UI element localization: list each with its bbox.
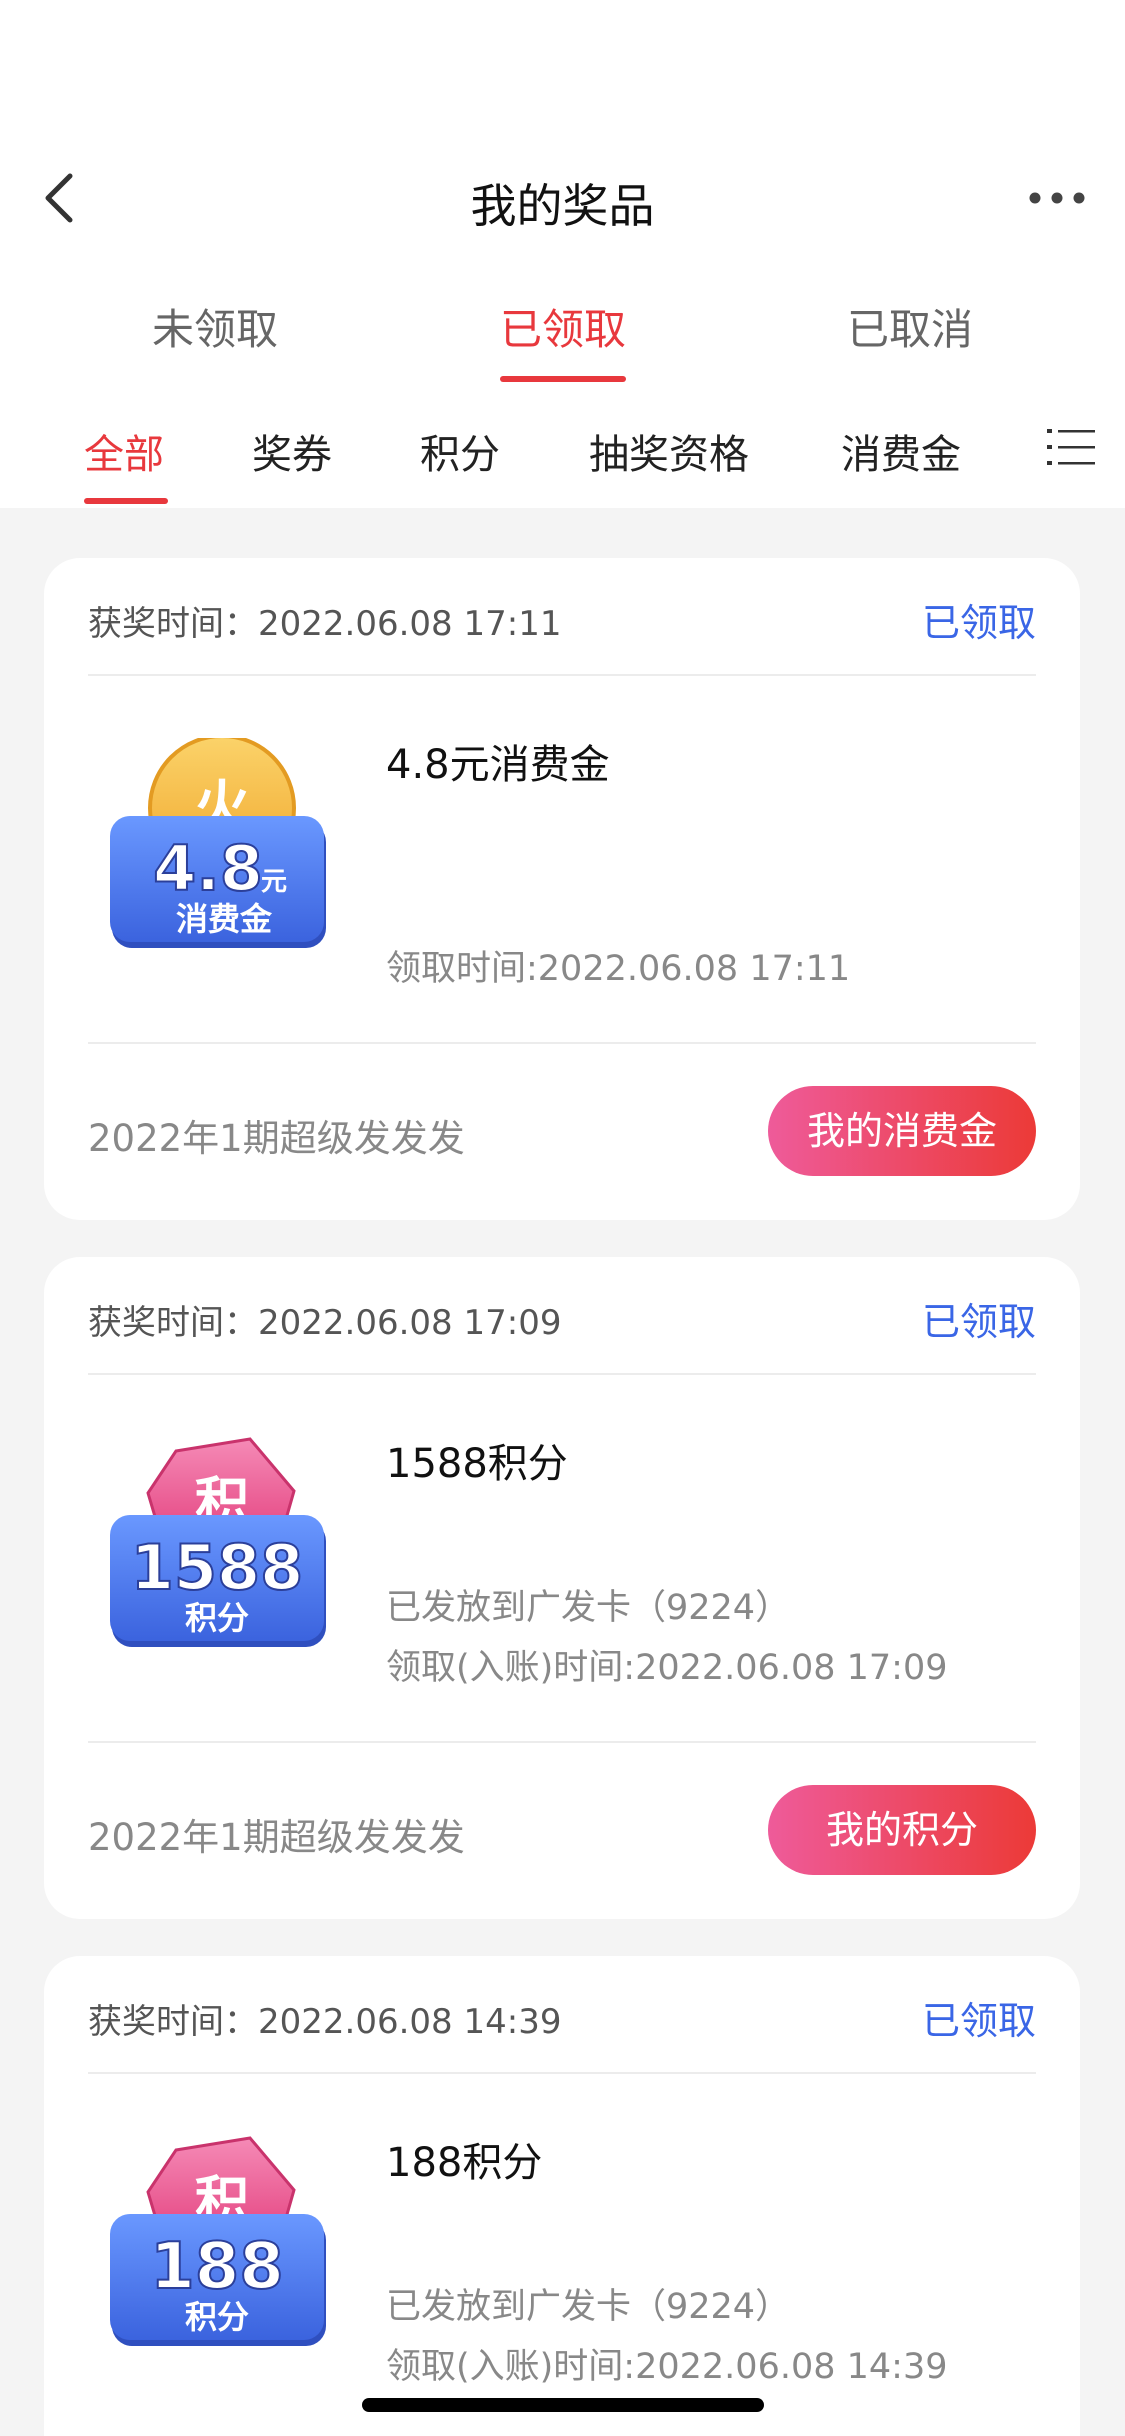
divider [88,1373,1036,1375]
subtab-all[interactable]: 全部 [84,422,164,480]
issued-to-card: 已发放到广发卡（9224） [386,1588,791,1628]
svg-text:元: 元 [261,867,287,897]
prize-card: 获奖时间：2022.06.08 17:09 已领取 积 1588 积分 1588… [44,1257,1080,1919]
subtab-lottery-qualification[interactable]: 抽奖资格 [589,422,749,480]
home-indicator [362,2398,764,2412]
navigation-bar: 我的奖品 [0,132,1125,264]
prize-card: 获奖时间：2022.06.08 17:11 已领取 火 4.8 元 消费金 4.… [44,558,1080,1220]
prize-name: 188积分 [386,2140,543,2186]
divider [88,1042,1036,1044]
svg-text:4.8: 4.8 [153,832,263,905]
points-badge-icon: 积 1588 积分 [110,1437,326,1647]
points-badge-icon: 积 188 积分 [110,2136,326,2346]
page-title: 我的奖品 [470,179,655,233]
tab-unclaimed[interactable]: 未领取 [152,296,278,357]
divider [88,674,1036,676]
win-time: 获奖时间：2022.06.08 17:09 [88,1303,562,1343]
subtab-spending-credit[interactable]: 消费金 [841,422,961,480]
my-points-button[interactable]: 我的积分 [768,1785,1036,1875]
svg-text:消费金: 消费金 [176,900,273,938]
svg-text:1588: 1588 [131,1531,304,1604]
status-label: 已领取 [921,1300,1036,1344]
spending-credit-coin-icon: 火 4.8 元 消费金 [110,738,326,948]
card-header: 获奖时间：2022.06.08 17:09 已领取 [88,1287,1036,1347]
status-tabs: 未领取 已领取 已取消 [0,264,1125,386]
status-bar [0,0,1125,132]
svg-text:积分: 积分 [185,1599,249,1637]
tab-cancelled[interactable]: 已取消 [847,296,973,357]
status-label: 已领取 [921,1999,1036,2043]
claim-time: 领取时间:2022.06.08 17:11 [386,949,851,989]
svg-text:188: 188 [150,2230,284,2304]
tab-active-indicator [500,376,626,382]
activity-name: 2022年1期超级发发发 [88,1117,465,1160]
card-header: 获奖时间：2022.06.08 14:39 已领取 [88,1986,1036,2046]
activity-name: 2022年1期超级发发发 [88,1816,465,1859]
my-spending-credit-button[interactable]: 我的消费金 [768,1086,1036,1176]
prize-name: 1588积分 [386,1441,568,1487]
claim-time: 领取(入账)时间:2022.06.08 17:09 [386,1648,948,1688]
more-dots-icon[interactable] [1025,172,1089,224]
list-menu-icon[interactable] [1047,426,1095,468]
win-time: 获奖时间：2022.06.08 14:39 [88,2002,562,2042]
tab-claimed[interactable]: 已领取 [500,296,626,357]
svg-text:积分: 积分 [185,2298,249,2336]
subtab-active-indicator [84,498,168,504]
win-time: 获奖时间：2022.06.08 17:11 [88,604,562,644]
prize-card: 获奖时间：2022.06.08 14:39 已领取 积 188 积分 188积分… [44,1956,1080,2436]
divider [88,1741,1036,1743]
status-label: 已领取 [921,601,1036,645]
divider [88,2072,1036,2074]
prize-name: 4.8元消费金 [386,742,610,788]
card-header: 获奖时间：2022.06.08 17:11 已领取 [88,588,1036,648]
subtab-points[interactable]: 积分 [420,422,500,480]
subtab-coupons[interactable]: 奖券 [252,422,332,480]
issued-to-card: 已发放到广发卡（9224） [386,2287,791,2327]
category-tabs: 全部 奖券 积分 抽奖资格 消费金 [0,386,1125,508]
claim-time: 领取(入账)时间:2022.06.08 14:39 [386,2347,948,2387]
